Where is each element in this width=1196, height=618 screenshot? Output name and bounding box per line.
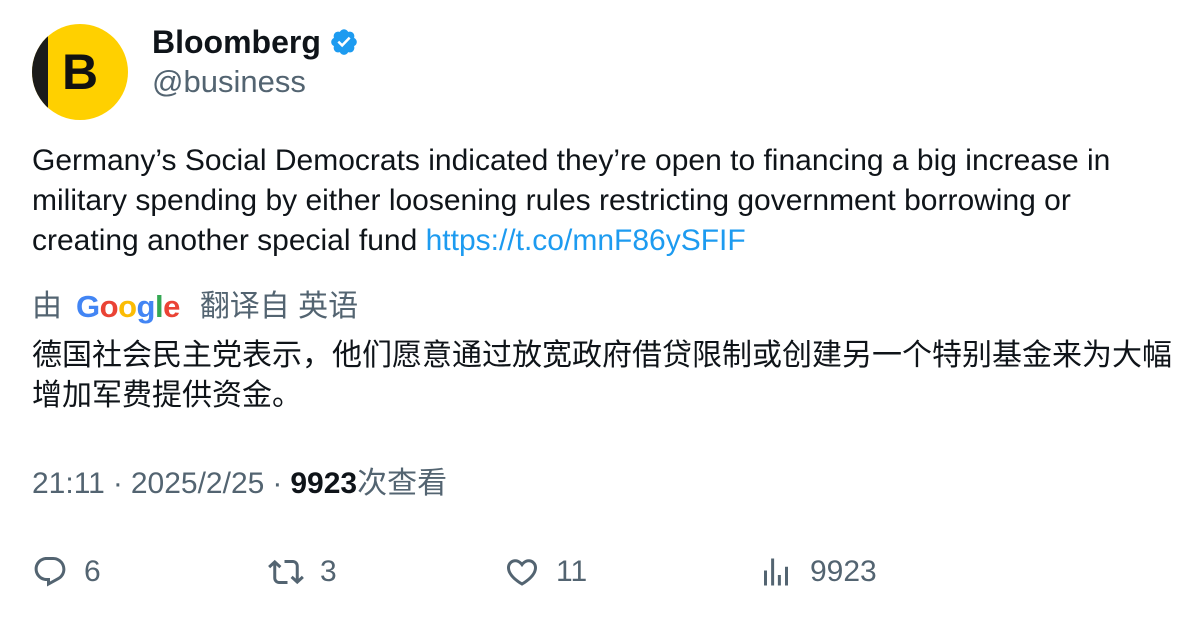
verified-badge-icon[interactable] xyxy=(329,27,359,57)
avatar[interactable]: B xyxy=(32,24,128,120)
tweet-link[interactable]: https://t.co/mnF86ySFIF xyxy=(426,224,746,257)
author-handle[interactable]: @business xyxy=(152,62,306,102)
like-button[interactable]: 11 xyxy=(504,552,587,592)
tweet-text: Germany’s Social Democrats indicated the… xyxy=(32,141,1172,261)
translation-attribution: 由 Google 翻译自 英语 xyxy=(32,287,358,327)
views-button[interactable]: 9923 xyxy=(758,552,877,592)
translation-from-label: 翻译自 英语 xyxy=(199,290,359,323)
views-count: 9923 xyxy=(290,467,358,500)
author-display-name[interactable]: Bloomberg xyxy=(152,22,321,62)
analytics-icon xyxy=(764,558,788,586)
heart-icon xyxy=(506,559,538,586)
translated-text: 德国社会民主党表示，他们愿意通过放宽政府借贷限制或创建另一个特别基金来为大幅增加… xyxy=(32,339,1172,412)
avatar-letter: B xyxy=(62,44,99,100)
meta-separator: · xyxy=(272,467,283,500)
reply-count: 6 xyxy=(84,555,101,588)
retweet-count: 3 xyxy=(320,555,337,588)
like-count: 11 xyxy=(556,555,588,588)
author-name-row: Bloomberg xyxy=(152,22,359,62)
meta-separator: · xyxy=(112,467,123,500)
retweet-icon xyxy=(268,559,304,585)
views-action-count: 9923 xyxy=(810,555,877,588)
tweet-time[interactable]: 21:11 xyxy=(32,464,105,504)
views-label: 次查看 xyxy=(357,467,448,500)
tweet-date[interactable]: 2025/2/25 xyxy=(131,464,264,504)
google-logo: Google xyxy=(76,289,180,324)
translation-by-label: 由 xyxy=(32,290,62,323)
reply-button[interactable]: 6 xyxy=(32,552,101,592)
reply-icon xyxy=(34,557,66,587)
tweet-meta: 21:11 · 2025/2/25 · 9923 次查看 xyxy=(32,464,447,504)
avatar-shade xyxy=(32,24,48,120)
retweet-button[interactable]: 3 xyxy=(268,552,337,592)
